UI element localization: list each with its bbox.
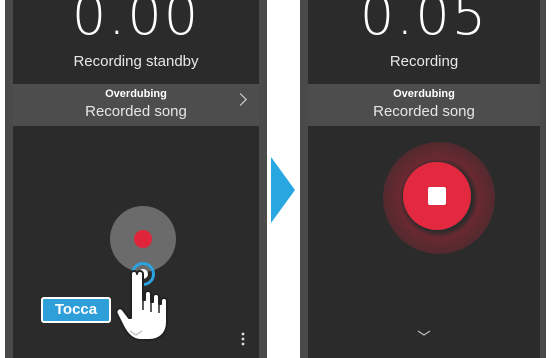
chevron-down-icon[interactable] bbox=[417, 330, 431, 336]
arrow-right-icon bbox=[271, 157, 295, 223]
overdub-song-selector[interactable]: Overdubing Recorded song bbox=[308, 84, 540, 126]
more-vertical-icon[interactable] bbox=[241, 332, 245, 346]
overdub-song-selector[interactable]: Overdubing Recorded song bbox=[13, 84, 259, 126]
recorder-screen-recording: 0.05 Recording Overdubing Recorded song bbox=[308, 0, 540, 358]
stop-square-icon bbox=[428, 187, 446, 205]
recording-status: Recording standby bbox=[73, 53, 199, 70]
bottom-bar bbox=[308, 328, 540, 358]
phone-after: 0.05 Recording Overdubing Recorded song bbox=[300, 0, 546, 358]
song-name: Recorded song bbox=[85, 103, 187, 120]
recording-status: Recording bbox=[389, 53, 459, 70]
chevron-down-icon[interactable] bbox=[129, 330, 143, 336]
recorder-screen-standby: 0.00 Recording standby Overdubing Record… bbox=[13, 0, 259, 358]
song-name: Recorded song bbox=[373, 103, 475, 120]
phone-before: 0.00 Recording standby Overdubing Record… bbox=[5, 0, 267, 358]
stop-button[interactable] bbox=[403, 162, 471, 230]
overdub-label: Overdubing bbox=[105, 88, 167, 100]
overdub-label: Overdubing bbox=[393, 88, 455, 100]
bottom-bar bbox=[13, 328, 259, 358]
elapsed-time: 0.00 bbox=[71, 0, 201, 47]
record-dot-icon bbox=[134, 230, 152, 248]
tap-callout: Tocca bbox=[41, 297, 111, 323]
elapsed-time: 0.05 bbox=[359, 0, 489, 47]
